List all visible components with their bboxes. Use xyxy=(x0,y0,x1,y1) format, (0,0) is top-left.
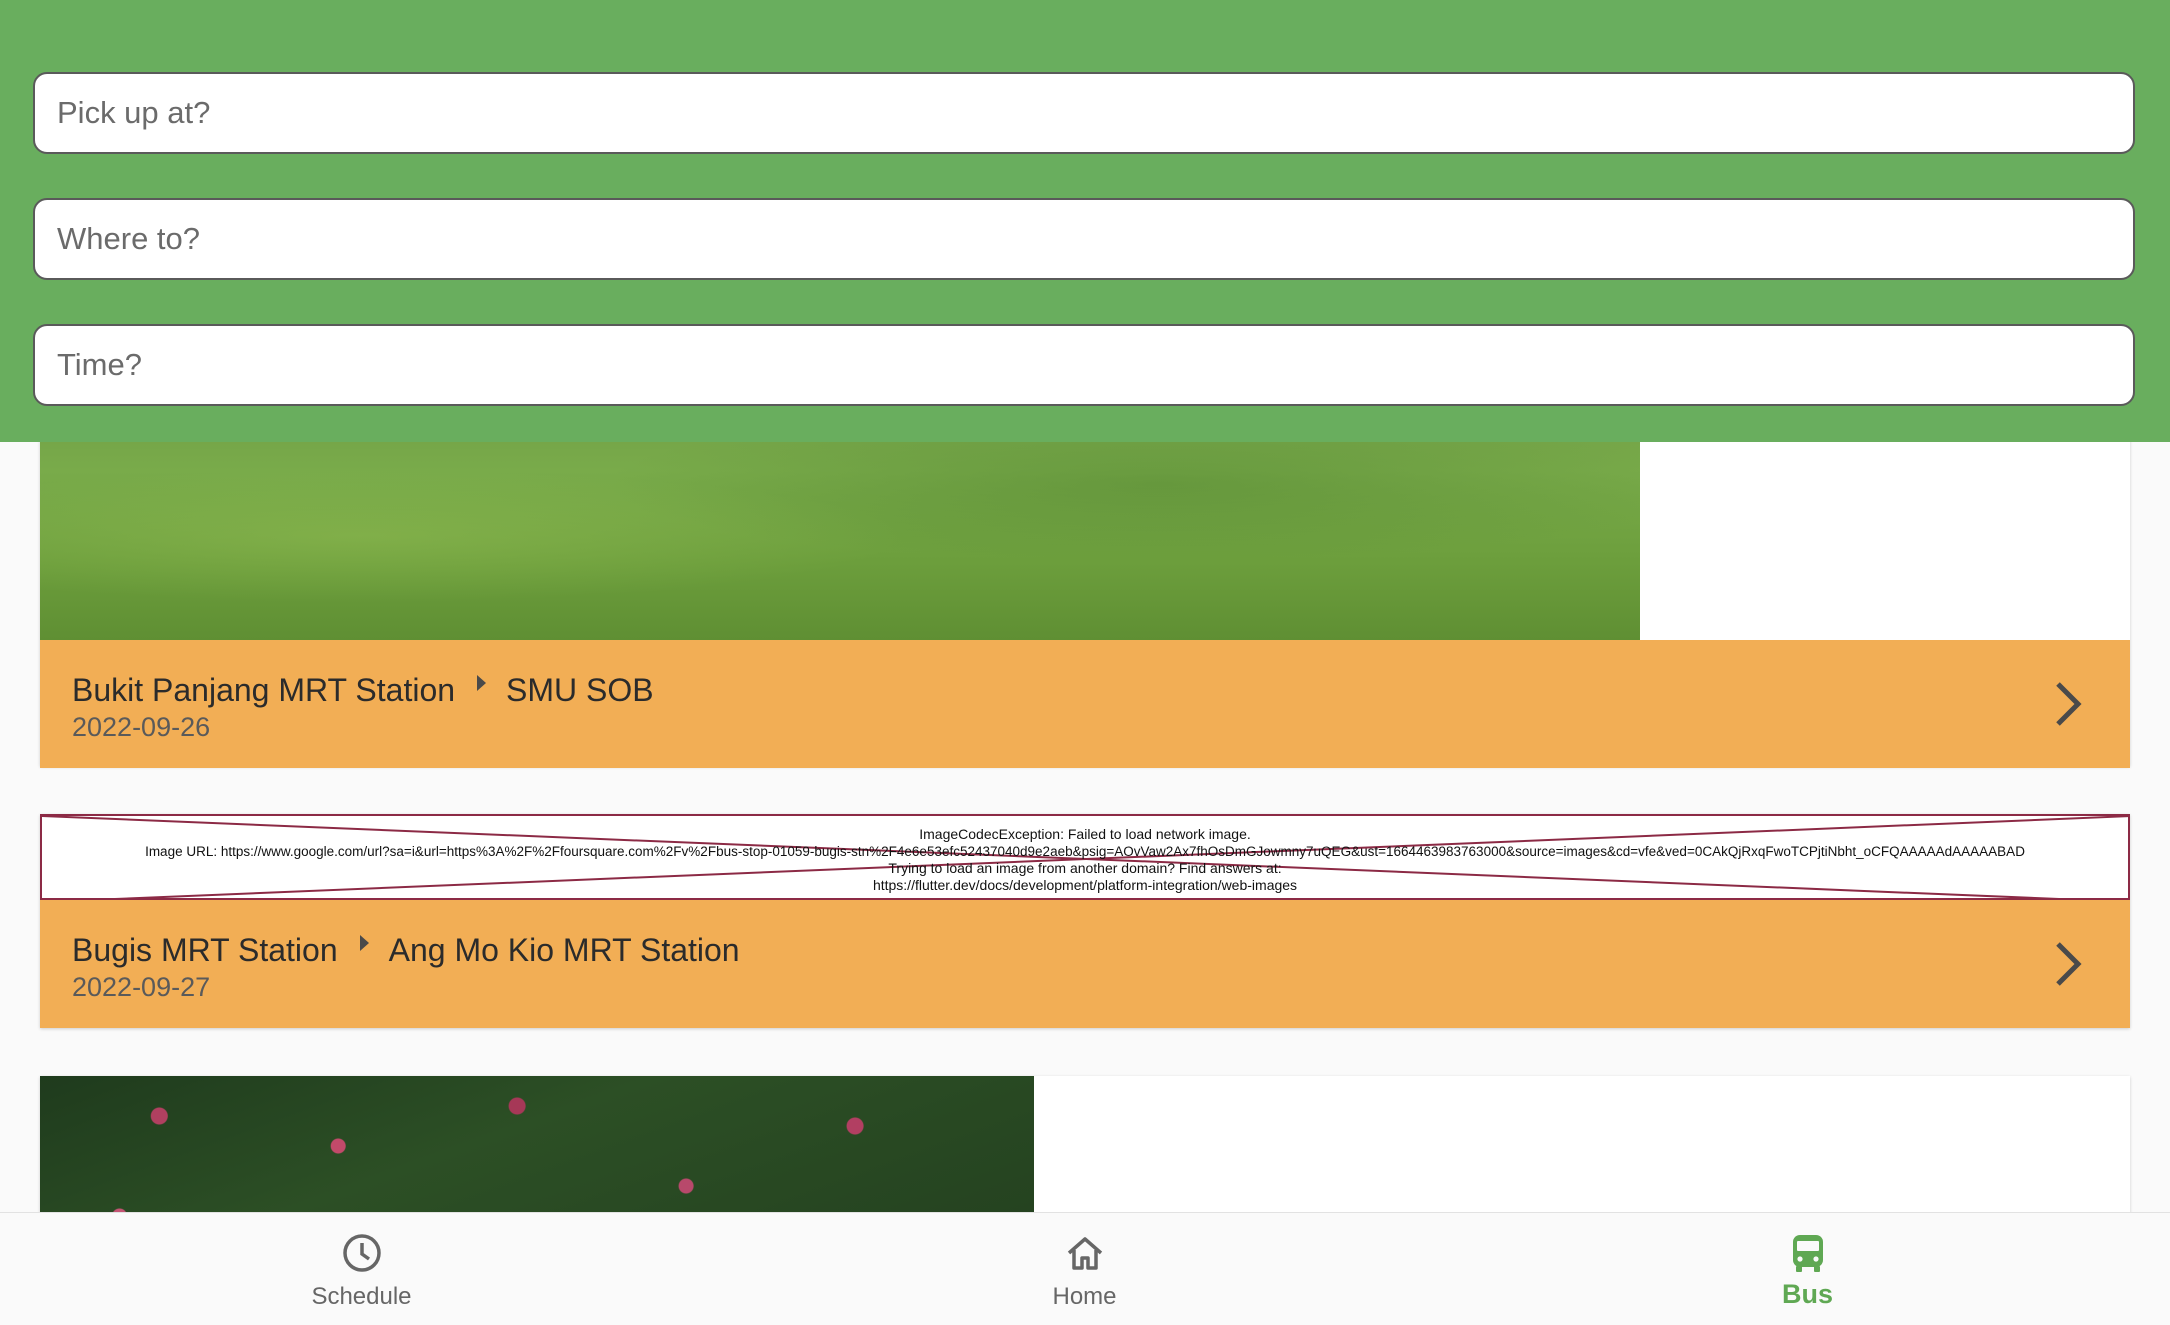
error-url: Image URL: https://www.google.com/url?sa… xyxy=(145,844,2025,859)
trip-route: Bugis MRT Station Ang Mo Kio MRT Station xyxy=(72,930,740,969)
destination-field[interactable] xyxy=(33,198,2135,280)
trip-from: Bugis MRT Station xyxy=(72,932,338,969)
nav-label-home: Home xyxy=(1052,1283,1117,1310)
trip-to: SMU SOB xyxy=(506,672,654,709)
trip-route: Bukit Panjang MRT Station SMU SOB xyxy=(72,670,654,709)
image-error-box: ImageCodecException: Failed to load netw… xyxy=(40,814,2130,900)
bottom-navigation: Schedule Home Bus xyxy=(0,1212,2170,1325)
error-title: ImageCodecException: Failed to load netw… xyxy=(919,826,1251,842)
trip-to: Ang Mo Kio MRT Station xyxy=(388,932,740,969)
arrow-right-icon xyxy=(359,934,369,951)
time-input[interactable] xyxy=(35,326,2133,404)
home-icon xyxy=(1067,1237,1102,1270)
chevron-right-icon[interactable] xyxy=(2050,938,2086,990)
clock-icon xyxy=(342,1234,381,1272)
pickup-field[interactable] xyxy=(33,72,2135,154)
chevron-right-icon[interactable] xyxy=(2050,678,2086,730)
nav-item-schedule[interactable]: Schedule xyxy=(0,1213,723,1325)
trip-card[interactable]: ImageCodecException: Failed to load netw… xyxy=(40,814,2130,1028)
time-field[interactable] xyxy=(33,324,2135,406)
arrow-right-icon xyxy=(477,674,487,691)
error-hint: Trying to load an image from another dom… xyxy=(888,860,1282,876)
search-header xyxy=(0,0,2170,442)
nav-item-home[interactable]: Home xyxy=(723,1213,1446,1325)
destination-input[interactable] xyxy=(35,200,2133,278)
trip-info-bar[interactable]: Bukit Panjang MRT Station SMU SOB 2022-09… xyxy=(40,640,2130,768)
nav-item-bus[interactable]: Bus xyxy=(1446,1213,2169,1325)
trip-date: 2022-09-26 xyxy=(72,712,211,742)
error-link: https://flutter.dev/docs/development/pla… xyxy=(872,877,1298,893)
trip-date: 2022-09-27 xyxy=(72,972,211,1002)
pickup-input[interactable] xyxy=(35,74,2133,152)
trip-from: Bukit Panjang MRT Station xyxy=(72,672,456,709)
bus-icon xyxy=(1792,1235,1823,1272)
trip-info-bar[interactable]: Bugis MRT Station Ang Mo Kio MRT Station … xyxy=(40,900,2130,1028)
nav-label-schedule: Schedule xyxy=(311,1283,412,1310)
nav-label-bus: Bus xyxy=(1781,1279,1833,1309)
